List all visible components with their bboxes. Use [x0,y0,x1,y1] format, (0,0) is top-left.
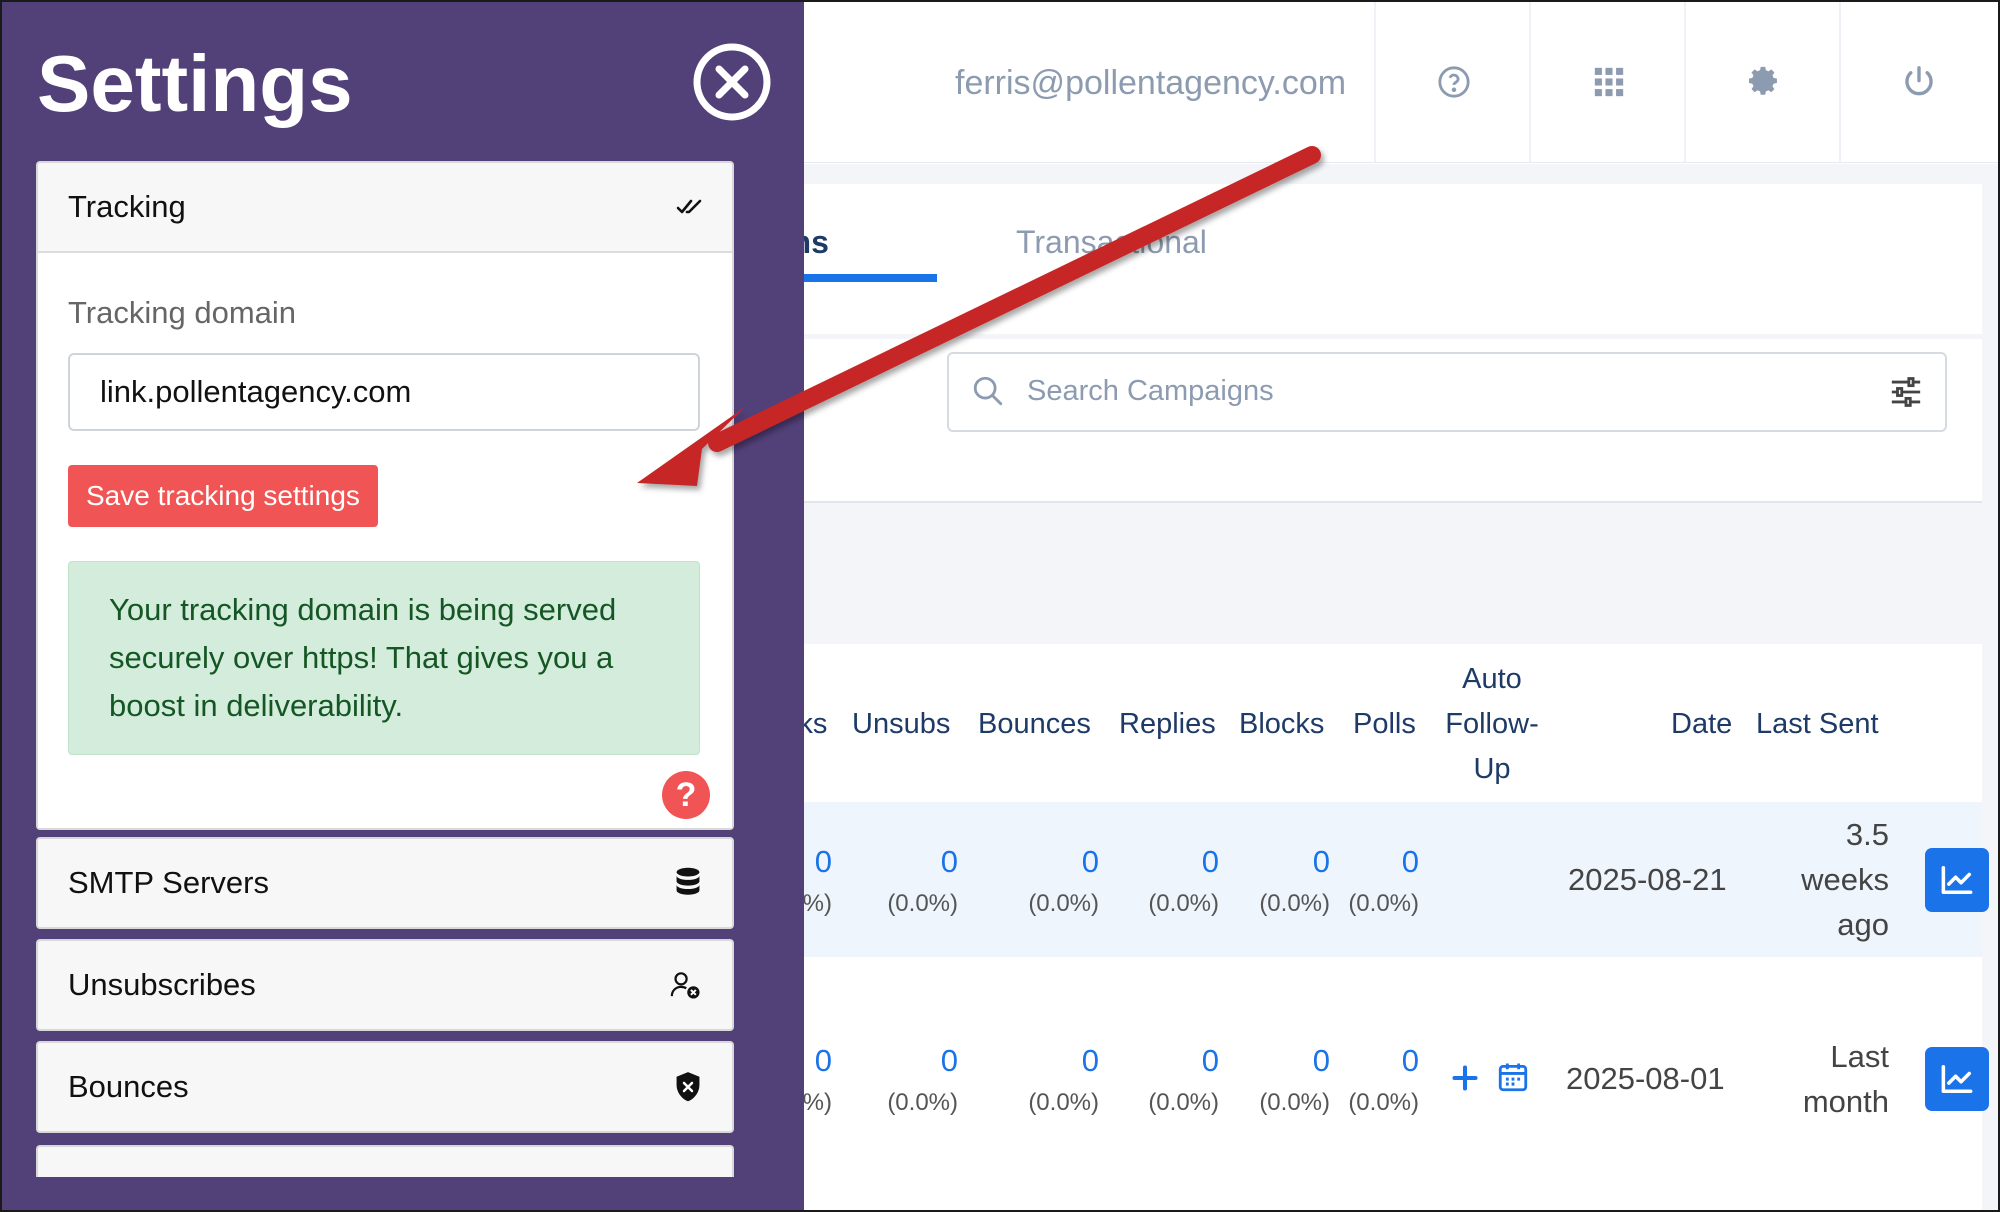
header-up-line: Up [1473,753,1511,785]
help-button[interactable] [1374,2,1531,162]
smtp-section[interactable]: SMTP Servers [36,837,734,929]
header-replies[interactable]: Replies [1119,702,1216,747]
view-stats-button[interactable] [1925,848,1989,912]
smtp-section-title: SMTP Servers [68,865,269,900]
schedule-calendar-icon[interactable] [1496,1060,1530,1094]
cell-replies[interactable]: 0 [1149,1043,1219,1079]
user-email[interactable]: ferris@pollentagency.com [955,64,1346,103]
header-blocks[interactable]: Blocks [1239,702,1324,747]
last-sent-line: month [1802,1084,1889,1119]
cell-unsubs-pct: (0.0%) [887,890,958,917]
tracking-section-body: Tracking domain Save tracking settings Y… [38,251,732,828]
filter-sliders-icon[interactable] [1889,376,1923,408]
bounces-section-title: Bounces [68,1069,189,1104]
last-sent-line: 3.5 [1845,817,1889,852]
cell-polls[interactable]: 0 [1349,844,1419,880]
cell-replies-pct: (0.0%) [1148,1089,1219,1116]
gear-icon [1748,66,1777,95]
header-follow-line: Follow- [1445,708,1539,740]
settings-button[interactable] [1684,2,1841,162]
cell-bounces[interactable]: 0 [1029,1043,1099,1079]
cell-bounces-pct: (0.0%) [1028,1089,1099,1116]
apps-grid-icon [1594,67,1623,97]
tracking-section: Tracking Tracking domain Save tracking s… [36,161,734,830]
cell-blocks-pct: (0.0%) [1259,890,1330,917]
smtp-section-header[interactable]: SMTP Servers [38,839,732,927]
header-bounces[interactable]: Bounces [978,702,1091,747]
next-section-peek [36,1145,734,1177]
close-circle-icon [693,43,771,121]
double-check-icon [676,199,702,214]
last-sent-line: ago [1837,907,1889,942]
cell-blocks[interactable]: 0 [1260,844,1330,880]
cell-unsubs-pct: (0.0%) [887,1089,958,1116]
bounces-section-header[interactable]: Bounces [38,1043,732,1131]
tracking-domain-label: Tracking domain [68,295,297,330]
shield-x-icon [676,1072,700,1102]
cell-last-sent: Last month [1689,1034,1889,1124]
cell-unsubs[interactable]: 0 [888,1043,958,1079]
last-sent-line: weeks [1801,862,1889,897]
settings-panel: Settings Tracking Tracking domain Save t… [2,2,804,1210]
header-auto-follow-up[interactable]: Auto Follow- Up [1432,657,1552,792]
header-unsubs[interactable]: Unsubs [852,702,950,747]
database-icon [676,867,700,895]
cell-bounces-pct: (0.0%) [1028,890,1099,917]
cell-unsubs[interactable]: 0 [888,844,958,880]
help-circle-icon [1437,66,1470,98]
screen-frame: ferris@pollentagency.com gns Transaction… [0,0,2000,1212]
cell-replies[interactable]: 0 [1149,844,1219,880]
line-chart-icon [1941,865,1973,895]
cell-last-sent: 3.5 weeks ago [1689,812,1889,947]
header-date[interactable]: Date [1671,702,1732,747]
unsubscribes-section-title: Unsubscribes [68,967,256,1002]
https-success-alert: Your tracking domain is being served sec… [68,561,700,755]
header-last-sent[interactable]: Last Sent [1756,702,1879,747]
view-stats-button[interactable] [1925,1047,1989,1111]
tracking-domain-input[interactable] [68,353,700,431]
cell-replies-pct: (0.0%) [1148,890,1219,917]
close-settings-button[interactable] [692,42,772,122]
header-auto-line: Auto [1462,663,1522,695]
cell-polls-pct: (0.0%) [1348,890,1419,917]
power-icon [1904,66,1933,96]
header-polls[interactable]: Polls [1353,702,1416,747]
logout-button[interactable] [1839,2,1996,162]
unsubscribes-section[interactable]: Unsubscribes [36,939,734,1031]
cell-blocks[interactable]: 0 [1260,1043,1330,1079]
help-button[interactable]: ? [662,771,710,819]
search-icon [973,376,1003,406]
cell-blocks-pct: (0.0%) [1259,1089,1330,1116]
search-field[interactable] [947,352,1947,432]
tracking-section-title: Tracking [68,189,186,224]
bounces-section[interactable]: Bounces [36,1041,734,1133]
save-tracking-settings-button[interactable]: Save tracking settings [68,465,378,527]
search-input[interactable] [1025,368,1829,414]
tab-transactional[interactable]: Transactional [1016,224,1207,261]
line-chart-icon [1941,1064,1973,1094]
cell-polls-pct: (0.0%) [1348,1089,1419,1116]
tracking-section-header[interactable]: Tracking [38,163,732,251]
last-sent-line: Last [1830,1039,1889,1074]
unsubscribes-section-header[interactable]: Unsubscribes [38,941,732,1029]
apps-button[interactable] [1529,2,1686,162]
panel-title: Settings [37,39,353,128]
cell-bounces[interactable]: 0 [1029,844,1099,880]
user-x-icon [670,972,700,999]
cell-polls[interactable]: 0 [1349,1043,1419,1079]
add-follow-up-icon[interactable] [1451,1064,1479,1092]
